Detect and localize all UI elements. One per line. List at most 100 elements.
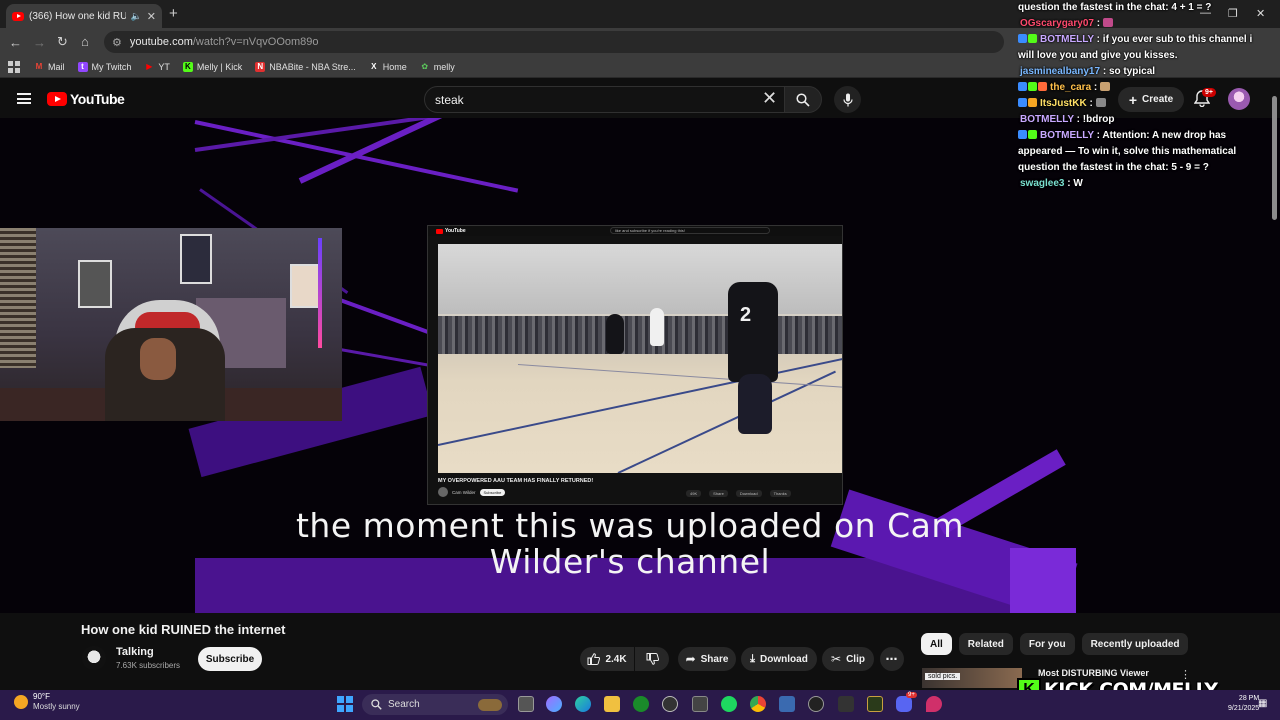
chat-message: jasminealbany17 : so typical	[1020, 66, 1156, 77]
file-explorer-icon[interactable]	[604, 696, 620, 712]
search-input[interactable]: steak	[424, 86, 786, 113]
new-tab-icon[interactable]: +	[169, 5, 178, 22]
clear-search-icon[interactable]: ✕	[762, 88, 777, 109]
streamer-webcam	[0, 228, 342, 421]
like-button[interactable]: 2.4K	[580, 647, 634, 671]
search-icon	[371, 699, 382, 710]
basketball-court-image: 2	[438, 244, 842, 473]
youtube-icon: ▶	[146, 62, 153, 71]
weather-widget[interactable]: 90°F Mostly sunny	[14, 692, 80, 712]
menu-icon[interactable]	[17, 93, 31, 104]
forward-icon[interactable]: →	[33, 35, 46, 50]
edge-icon[interactable]	[575, 696, 591, 712]
chat-emote-icon	[1102, 18, 1113, 27]
bookmark-mail[interactable]: M Mail	[34, 62, 65, 72]
bookmark-yt[interactable]: ▶ YT	[144, 62, 170, 72]
speaker-icon[interactable]: 🔈	[131, 11, 142, 22]
more-horizontal-icon: ⋯	[885, 652, 899, 666]
thumbs-up-icon	[587, 653, 601, 665]
chrome-icon[interactable]	[750, 696, 766, 712]
chat-username[interactable]: swaglee3	[1020, 178, 1064, 189]
youtube-logo[interactable]: YouTube	[47, 91, 125, 107]
chat-badge-icon	[1028, 34, 1037, 43]
download-button[interactable]: ⤓ Download	[741, 647, 817, 671]
jersey-number: 2	[740, 304, 752, 326]
embedded-actions: 49K Share Download Thanks	[686, 490, 791, 497]
windows-start-icon[interactable]	[337, 696, 353, 712]
chip-related[interactable]: Related	[958, 633, 1013, 655]
window-blinds	[0, 228, 36, 368]
system-clock[interactable]: 28 PM 9/21/2025	[1228, 694, 1259, 714]
chat-badge-icon	[1018, 130, 1027, 139]
share-icon: ➦	[685, 652, 696, 666]
download-icon: ⤓	[750, 652, 756, 665]
bookmark-my-twitch[interactable]: t My Twitch	[77, 61, 131, 72]
chat-username[interactable]: BOTMELLY	[1040, 34, 1094, 45]
chat-text: question the fastest in the chat: 4 + 1 …	[1018, 2, 1212, 13]
game-icon[interactable]	[867, 696, 883, 712]
chat-username[interactable]: jasminealbany17	[1020, 66, 1100, 77]
obs-icon[interactable]	[838, 696, 854, 712]
search-button[interactable]	[784, 86, 822, 113]
crowd	[438, 316, 842, 354]
recommended-video-thumbnail[interactable]: sold pics.	[922, 668, 1022, 688]
embedded-avatar	[438, 487, 448, 497]
chat-message: BOTMELLY : Attention: A new drop has app…	[1018, 130, 1237, 173]
home-icon[interactable]: ⌂	[81, 34, 89, 49]
close-tab-icon[interactable]: ✕	[147, 10, 156, 23]
taskbar-search[interactable]: Search	[362, 694, 508, 715]
chat-username[interactable]: BOTMELLY	[1040, 130, 1094, 141]
copilot-icon[interactable]	[546, 696, 562, 712]
bookmark-melly[interactable]: ✿ melly	[420, 62, 454, 72]
share-button[interactable]: ➦ Share	[678, 647, 736, 671]
steam-icon[interactable]	[662, 696, 678, 712]
voice-search-button[interactable]	[834, 86, 861, 113]
browser-tab[interactable]: (366) How one kid RUINED 🔈 ✕	[6, 4, 162, 28]
spotify-icon[interactable]	[721, 696, 737, 712]
scissors-icon: ✂	[831, 652, 842, 666]
channel-name[interactable]: Talking	[116, 646, 154, 658]
thumbs-down-icon	[646, 653, 659, 665]
pin-icon[interactable]	[926, 696, 942, 712]
chat-badge-icon	[1038, 82, 1047, 91]
dislike-button[interactable]	[635, 647, 669, 671]
chat-username[interactable]: ItsJustKK	[1040, 98, 1087, 109]
chip-recently-uploaded[interactable]: Recently uploaded	[1081, 633, 1189, 655]
bookmark-home[interactable]: X Home	[369, 62, 407, 72]
chat-username[interactable]: BOTMELLY	[1020, 114, 1074, 125]
reload-icon[interactable]: ↻	[57, 34, 68, 50]
embedded-youtube-logo: YouTube	[436, 228, 466, 234]
chat-emote-icon	[1095, 98, 1106, 107]
xbox-icon[interactable]	[633, 696, 649, 712]
site-info-icon[interactable]: ⚙	[112, 36, 122, 49]
notification-icon[interactable]: ▦	[1258, 698, 1267, 709]
media-player-icon[interactable]	[808, 696, 824, 712]
chat-username[interactable]: OGscarygary07	[1020, 18, 1094, 29]
task-view-icon[interactable]	[518, 696, 534, 712]
chat-username[interactable]: the_cara	[1050, 82, 1091, 93]
bookmark-nbabite[interactable]: N NBABite - NBA Stre...	[255, 61, 356, 72]
chat-badge-icon	[1018, 98, 1027, 107]
subscribe-button[interactable]: Subscribe	[198, 647, 262, 671]
screen: (366) How one kid RUINED 🔈 ✕ + ← → ↻ ⌂ ⚙…	[0, 0, 1280, 720]
channel-avatar[interactable]	[82, 646, 106, 670]
more-actions-button[interactable]: ⋯	[880, 647, 904, 671]
scrollbar[interactable]	[1271, 86, 1278, 220]
discord-badge: 9+	[906, 692, 917, 698]
scrollbar-thumb[interactable]	[1272, 96, 1277, 220]
address-bar[interactable]: ⚙ youtube.com/watch?v=nVqvOOom89o	[104, 31, 1004, 53]
photos-icon[interactable]	[779, 696, 795, 712]
chip-for-you[interactable]: For you	[1019, 633, 1075, 655]
back-icon[interactable]: ←	[9, 35, 22, 50]
player-2	[728, 282, 778, 382]
store-icon[interactable]	[692, 696, 708, 712]
led-lights	[318, 238, 322, 348]
apps-grid-icon[interactable]	[8, 60, 20, 73]
bookmark-melly-kick[interactable]: K Melly | Kick	[182, 61, 242, 72]
embedded-header: YouTube like and subscribe if you're rea…	[428, 226, 842, 236]
chat-badge-icon	[1028, 130, 1037, 139]
chip-all[interactable]: All	[921, 633, 952, 655]
discord-icon[interactable]	[896, 696, 912, 712]
player-white	[650, 308, 664, 346]
clip-button[interactable]: ✂ Clip	[822, 647, 874, 671]
